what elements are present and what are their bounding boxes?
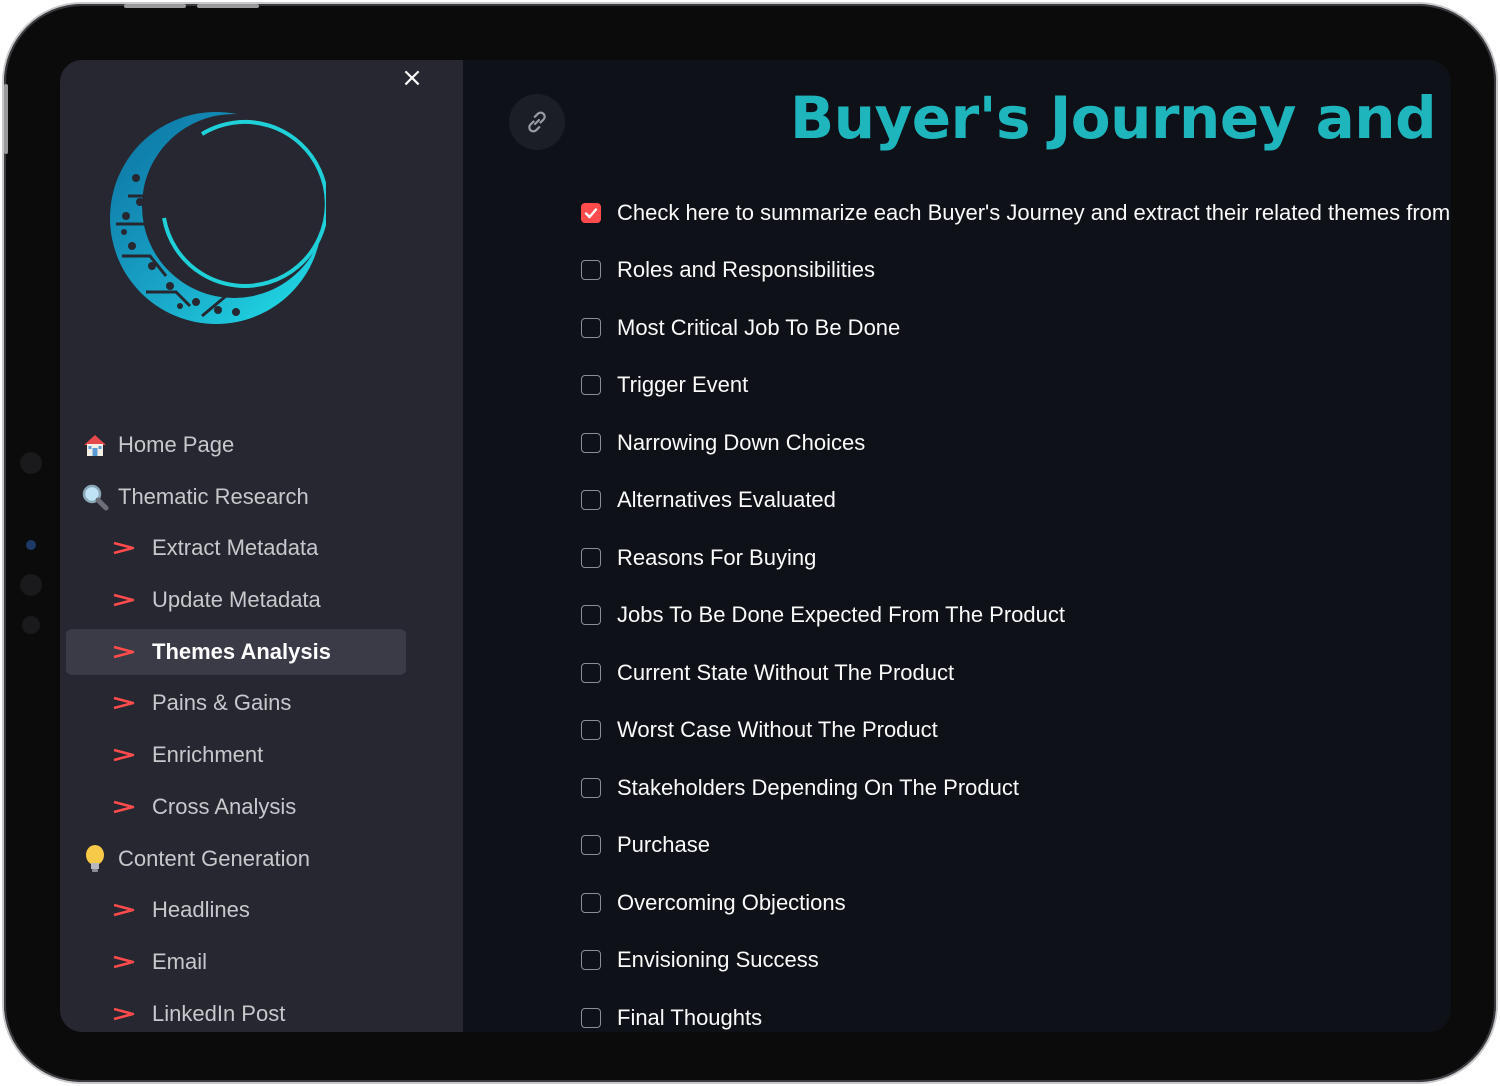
sidebar-item-label: Content Generation bbox=[118, 845, 311, 871]
link-icon bbox=[528, 111, 546, 133]
checkbox-summarize-all[interactable]: Check here to summarize each Buyer's Jou… bbox=[581, 184, 1451, 242]
checkbox-worst-case[interactable]: Worst Case Without The Product bbox=[581, 702, 1451, 760]
arrow-icon bbox=[112, 902, 136, 918]
sidebar-item-themes-analysis[interactable]: Themes Analysis bbox=[66, 628, 406, 675]
checkbox-box[interactable] bbox=[581, 432, 601, 453]
sidebar-item-label: Headlines bbox=[152, 897, 250, 923]
checkbox-label: Current State Without The Product bbox=[617, 659, 955, 685]
checkbox-box[interactable] bbox=[581, 720, 601, 741]
checkbox-label: Reasons For Buying bbox=[617, 544, 817, 570]
checkbox-box[interactable] bbox=[581, 662, 601, 683]
sidebar-item-label: Home Page bbox=[118, 432, 235, 457]
magnifier-icon bbox=[80, 482, 110, 512]
checkbox-jobs-to-be-done[interactable]: Jobs To Be Done Expected From The Produc… bbox=[581, 587, 1451, 645]
arrow-icon bbox=[112, 1006, 136, 1022]
main-content: Buyer's Journey and Ass Check here to su… bbox=[463, 60, 1451, 1032]
checkbox-box[interactable] bbox=[581, 260, 601, 281]
sidebar-item-label: Extract Metadata bbox=[152, 535, 319, 561]
checkbox-roles-and-responsibilities[interactable]: Roles and Responsibilities bbox=[581, 242, 1451, 300]
arrow-icon bbox=[112, 799, 136, 815]
sidebar-item-linkedin-post[interactable]: LinkedIn Post bbox=[66, 991, 406, 1032]
sidebar-item-label: Update Metadata bbox=[152, 587, 321, 613]
sidebar-item-label: Email bbox=[152, 948, 208, 974]
arrow-icon bbox=[112, 954, 136, 970]
volume-button bbox=[4, 84, 8, 154]
checkbox-label: Trigger Event bbox=[617, 372, 749, 398]
sensor-dot bbox=[20, 574, 42, 596]
sidebar-item-label: Cross Analysis bbox=[152, 793, 297, 819]
crescent-circuit-logo bbox=[110, 112, 326, 324]
sidebar-nav: Home Page Thematic Research Extract Meta… bbox=[66, 422, 406, 1032]
top-button bbox=[124, 4, 186, 8]
checkbox-label: Envisioning Success bbox=[617, 947, 819, 973]
checkbox-purchase[interactable]: Purchase bbox=[581, 817, 1451, 875]
sidebar-item-enrichment[interactable]: Enrichment bbox=[66, 732, 406, 778]
house-icon bbox=[80, 430, 110, 460]
checkbox-box[interactable] bbox=[581, 490, 601, 511]
checkbox-label: Most Critical Job To Be Done bbox=[617, 314, 901, 340]
checkbox-most-critical-job[interactable]: Most Critical Job To Be Done bbox=[581, 299, 1451, 357]
checkbox-trigger-event[interactable]: Trigger Event bbox=[581, 357, 1451, 415]
checkbox-box[interactable] bbox=[581, 1007, 601, 1028]
app-screen: × Home Page Thematic Research Extract Me… bbox=[60, 60, 1451, 1032]
camera-icon bbox=[26, 540, 36, 550]
checkbox-label: Jobs To Be Done Expected From The Produc… bbox=[617, 602, 1065, 628]
arrow-icon bbox=[112, 540, 136, 556]
checkbox-box[interactable] bbox=[581, 375, 601, 396]
sensor-dot bbox=[20, 452, 42, 474]
arrow-icon bbox=[112, 695, 136, 711]
arrow-icon bbox=[112, 592, 136, 608]
sidebar-item-cross-analysis[interactable]: Cross Analysis bbox=[66, 784, 406, 830]
sidebar-item-label: Thematic Research bbox=[118, 483, 309, 509]
sidebar-item-pains-gains[interactable]: Pains & Gains bbox=[66, 680, 406, 726]
checkbox-label: Stakeholders Depending On The Product bbox=[617, 774, 1019, 800]
sidebar-item-extract-metadata[interactable]: Extract Metadata bbox=[66, 525, 406, 571]
checkbox-overcoming-objections[interactable]: Overcoming Objections bbox=[581, 874, 1451, 932]
checkbox-box[interactable] bbox=[581, 777, 601, 798]
checkbox-box[interactable] bbox=[581, 605, 601, 626]
sidebar-item-home-page[interactable]: Home Page bbox=[66, 422, 406, 468]
checkbox-narrowing-down-choices[interactable]: Narrowing Down Choices bbox=[581, 414, 1451, 472]
arrow-icon bbox=[112, 747, 136, 763]
checkbox-envisioning-success[interactable]: Envisioning Success bbox=[581, 932, 1451, 990]
sidebar-item-thematic-research[interactable]: Thematic Research bbox=[66, 474, 406, 520]
checkbox-list: Check here to summarize each Buyer's Jou… bbox=[581, 184, 1451, 1032]
lightbulb-icon bbox=[80, 844, 110, 874]
checkbox-box[interactable] bbox=[581, 317, 601, 338]
checkbox-box[interactable] bbox=[581, 892, 601, 913]
checkbox-current-state[interactable]: Current State Without The Product bbox=[581, 644, 1451, 702]
checkbox-box[interactable] bbox=[581, 547, 601, 568]
checkbox-label: Worst Case Without The Product bbox=[617, 717, 938, 743]
sidebar-item-label: Pains & Gains bbox=[152, 690, 292, 716]
checkbox-label: Alternatives Evaluated bbox=[617, 487, 836, 513]
sensor-dot bbox=[22, 616, 40, 634]
checkbox-stakeholders[interactable]: Stakeholders Depending On The Product bbox=[581, 759, 1451, 817]
checkbox-box[interactable] bbox=[581, 950, 601, 971]
sidebar-item-label: Themes Analysis bbox=[152, 638, 331, 664]
checkbox-final-thoughts[interactable]: Final Thoughts bbox=[581, 989, 1451, 1032]
close-sidebar-button[interactable]: × bbox=[396, 62, 428, 94]
sidebar-item-headlines[interactable]: Headlines bbox=[66, 887, 406, 933]
sidebar: × Home Page Thematic Research Extract Me… bbox=[60, 60, 463, 1032]
sidebar-item-email[interactable]: Email bbox=[66, 939, 406, 985]
sidebar-item-label: LinkedIn Post bbox=[152, 1000, 286, 1026]
checkbox-label: Roles and Responsibilities bbox=[617, 257, 876, 283]
tablet-frame: × Home Page Thematic Research Extract Me… bbox=[4, 4, 1496, 1082]
checkbox-label: Final Thoughts bbox=[617, 1004, 763, 1030]
checkbox-reasons-for-buying[interactable]: Reasons For Buying bbox=[581, 529, 1451, 587]
checkbox-label: Purchase bbox=[617, 832, 710, 858]
sidebar-item-update-metadata[interactable]: Update Metadata bbox=[66, 577, 406, 623]
sidebar-item-label: Enrichment bbox=[152, 742, 264, 768]
checkbox-label: Check here to summarize each Buyer's Jou… bbox=[617, 199, 1451, 225]
checkbox-checked-icon[interactable] bbox=[581, 202, 601, 223]
checkbox-alternatives-evaluated[interactable]: Alternatives Evaluated bbox=[581, 472, 1451, 530]
link-button[interactable] bbox=[509, 94, 565, 150]
checkbox-label: Narrowing Down Choices bbox=[617, 429, 866, 455]
checkbox-label: Overcoming Objections bbox=[617, 889, 846, 915]
checkbox-box[interactable] bbox=[581, 835, 601, 856]
sidebar-item-content-generation[interactable]: Content Generation bbox=[66, 836, 406, 882]
arrow-icon bbox=[112, 644, 136, 660]
top-button bbox=[197, 4, 259, 8]
page-title: Buyer's Journey and Ass bbox=[790, 84, 1451, 152]
